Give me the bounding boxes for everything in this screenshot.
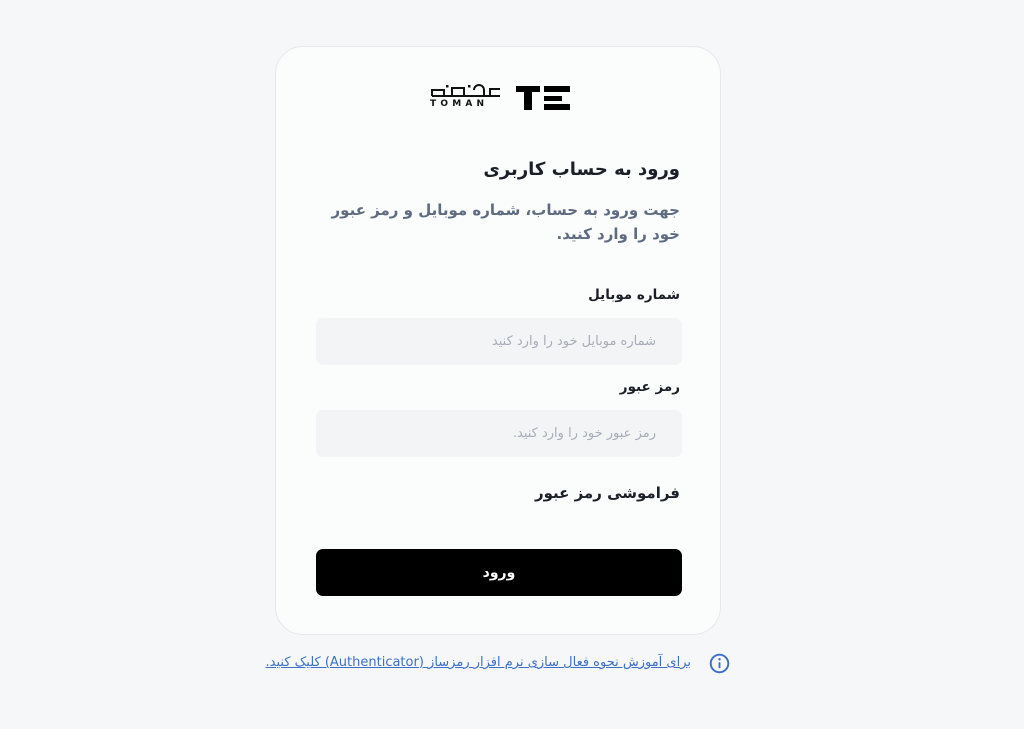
info-icon[interactable] [709, 653, 730, 674]
forgot-password-link[interactable]: فراموشی رمز عبور [314, 484, 680, 502]
page-title: ورود به حساب کاربری [483, 159, 680, 180]
login-card: TOMAN ورود به حساب کاربری جهت ورود به حس… [275, 46, 721, 635]
brand-persian-logotype [431, 84, 500, 97]
brand-mark-icon [516, 86, 570, 110]
password-label: رمز عبور [619, 379, 680, 395]
brand-english-name: TOMAN [430, 99, 489, 109]
brand-wordmark: TOMAN [430, 84, 502, 110]
authenticator-help-link[interactable]: برای آموزش نحوه فعال سازی نرم افزار رمزس… [266, 655, 691, 670]
mobile-input[interactable] [316, 318, 682, 365]
brand-logo: TOMAN [430, 84, 570, 112]
mobile-label: شماره موبایل [588, 287, 680, 303]
authenticator-help: برای آموزش نحوه فعال سازی نرم افزار رمزس… [265, 652, 735, 676]
password-input[interactable] [316, 410, 682, 457]
login-button[interactable]: ورود [316, 549, 682, 596]
page-subtitle: جهت ورود به حساب، شماره موبایل و رمز عبو… [331, 201, 680, 243]
